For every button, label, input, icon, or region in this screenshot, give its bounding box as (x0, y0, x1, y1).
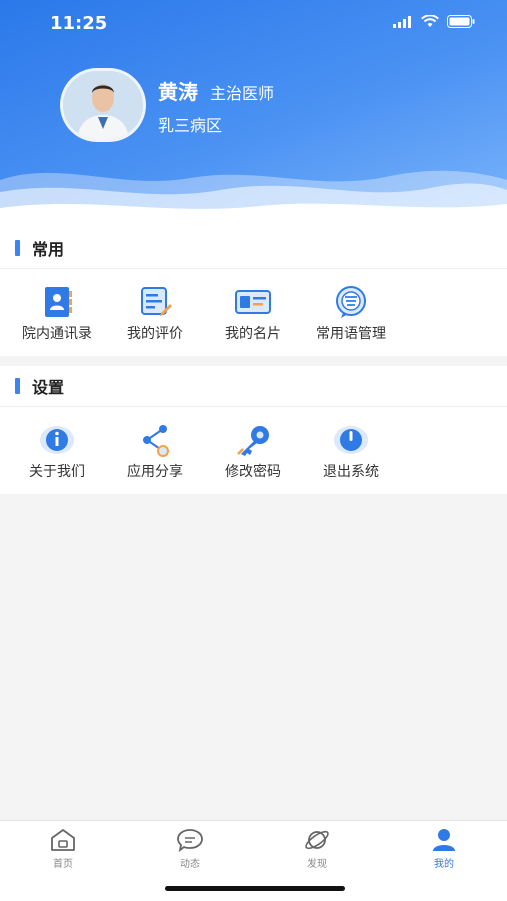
tab-home[interactable]: 首页 (23, 827, 103, 870)
settings-section-title: 设置 (32, 378, 65, 397)
settings-item-label: 关于我们 (29, 464, 85, 480)
tab-label: 动态 (180, 859, 200, 870)
settings-item-logout[interactable]: 退出系统 (302, 407, 400, 481)
common-item-label: 我的名片 (225, 326, 281, 342)
avatar[interactable] (60, 68, 146, 142)
settings-item-share[interactable]: 应用分享 (106, 407, 204, 481)
settings-item-label: 修改密码 (225, 464, 281, 480)
battery-icon (447, 15, 475, 28)
business-card-icon (235, 290, 271, 314)
common-item-label: 常用语管理 (316, 326, 386, 342)
common-item-card[interactable]: 我的名片 (204, 269, 302, 343)
tab-label: 我的 (434, 859, 454, 870)
tab-discover[interactable]: 发现 (277, 827, 357, 870)
settings-section: 设置 关于我们 应用分享 修改密码 退出系统 (0, 366, 507, 494)
profile-header: 11:25 黄涛 主治医师 乳三病区 (0, 0, 507, 228)
doctor-title: 主治医师 (210, 84, 275, 103)
common-item-evaluation[interactable]: 我的评价 (106, 269, 204, 343)
settings-item-label: 退出系统 (323, 464, 379, 480)
power-icon (334, 426, 368, 454)
wave-decoration (0, 170, 507, 228)
info-icon (40, 426, 74, 454)
common-item-label: 我的评价 (127, 326, 183, 342)
settings-item-password[interactable]: 修改密码 (204, 407, 302, 481)
phrases-icon (336, 286, 366, 318)
planet-icon (305, 830, 329, 850)
common-item-contacts[interactable]: 院内通讯录 (8, 269, 106, 343)
status-bar: 11:25 (0, 10, 507, 40)
section-marker (15, 240, 20, 256)
common-item-phrases[interactable]: 常用语管理 (302, 269, 400, 343)
profile-name-row: 黄涛 主治医师 (158, 76, 274, 105)
common-section-header: 常用 (0, 228, 507, 269)
signal-icon (393, 15, 411, 28)
user-icon (433, 829, 455, 851)
doctor-name: 黄涛 (158, 80, 198, 104)
home-icon (51, 829, 75, 851)
settings-section-header: 设置 (0, 366, 507, 407)
share-icon (143, 425, 169, 457)
settings-item-about[interactable]: 关于我们 (8, 407, 106, 481)
wifi-icon (421, 15, 439, 27)
section-marker (15, 378, 20, 394)
tab-label: 首页 (53, 859, 73, 870)
common-section: 常用 院内通讯录 我的评价 我的名片 常用语管理 (0, 228, 507, 356)
common-item-label: 院内通讯录 (22, 326, 92, 342)
evaluation-icon (141, 287, 172, 316)
doctor-ward: 乳三病区 (158, 116, 223, 135)
settings-item-label: 应用分享 (127, 464, 183, 480)
avatar-image (63, 71, 143, 139)
key-icon (237, 426, 269, 456)
chat-icon (177, 829, 203, 853)
common-section-title: 常用 (32, 240, 65, 259)
contacts-book-icon (45, 287, 72, 317)
home-indicator[interactable] (165, 886, 345, 891)
profile-avatar-wrap (60, 68, 146, 142)
tab-mine[interactable]: 我的 (404, 827, 484, 870)
tab-label: 发现 (307, 859, 327, 870)
status-time: 11:25 (50, 13, 108, 34)
tab-feed[interactable]: 动态 (150, 827, 230, 870)
